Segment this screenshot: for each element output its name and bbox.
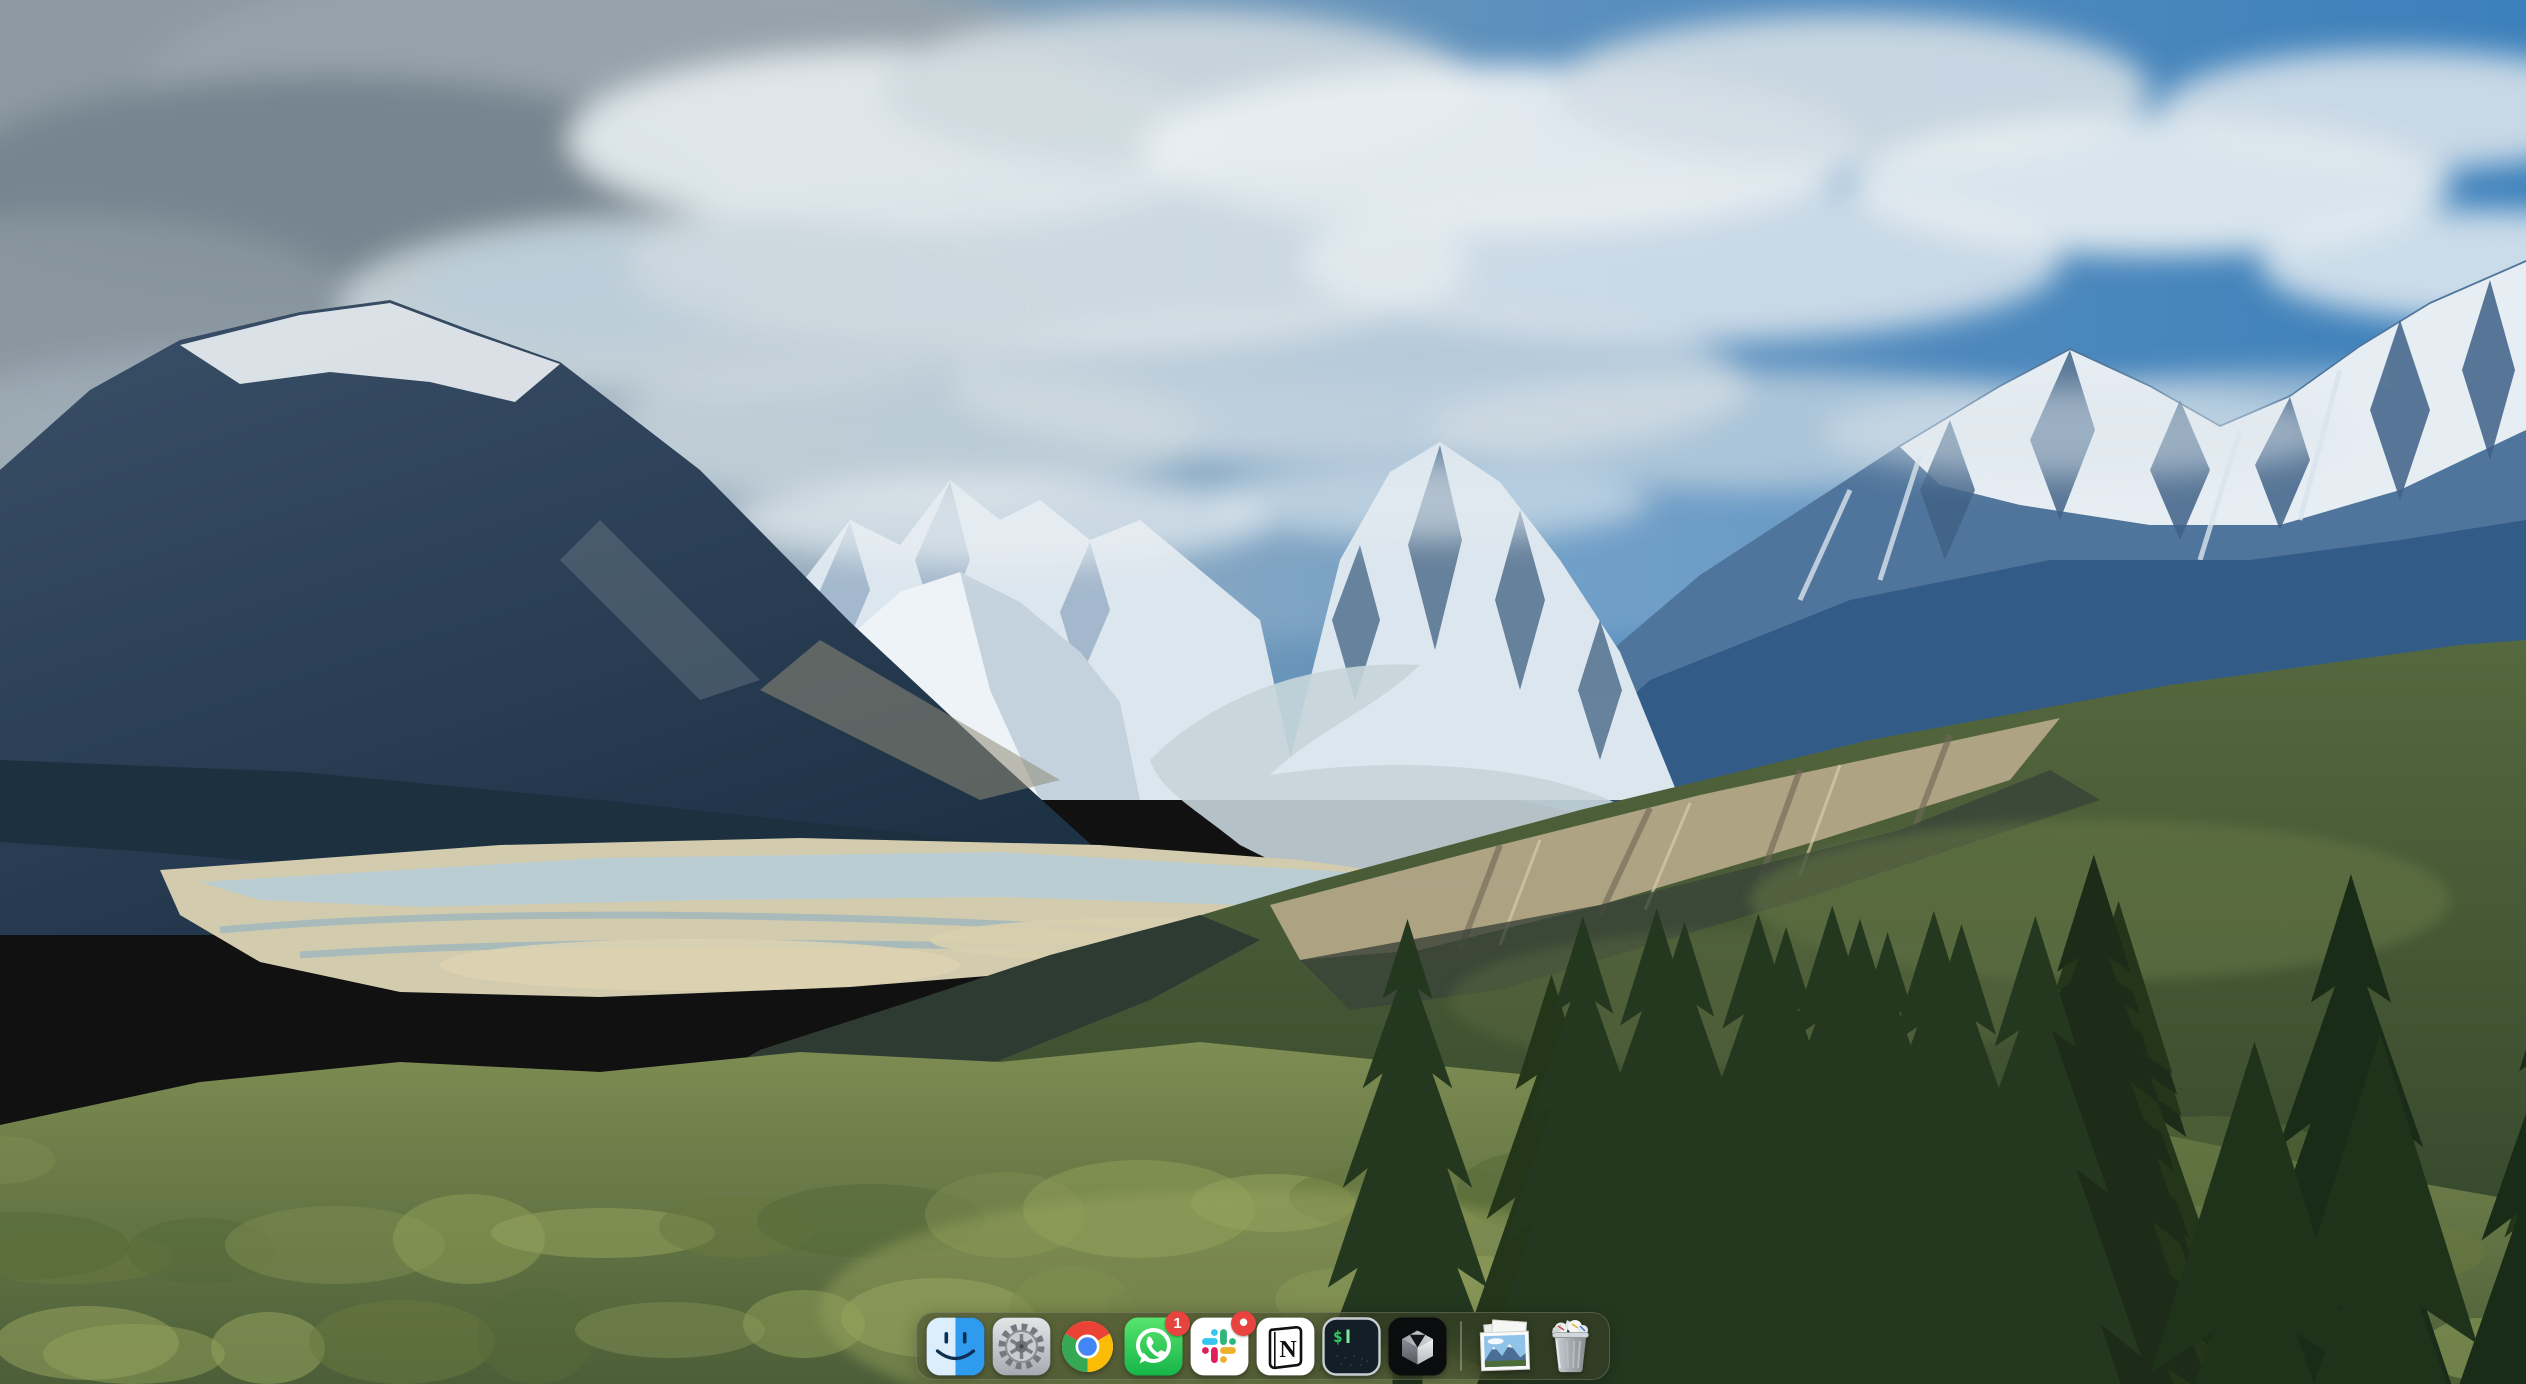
dock-item-chrome[interactable] [1057,1316,1118,1377]
dock-item-trash[interactable] [1540,1316,1601,1377]
whatsapp-badge: 1 [1165,1311,1190,1336]
trash-full-icon [1540,1316,1601,1377]
dock-item-system-settings[interactable] [991,1316,1052,1377]
desktop-wallpaper [0,0,2526,1384]
dock-item-finder[interactable] [925,1316,986,1377]
finder-icon [925,1316,986,1377]
terminal-icon: $ [1321,1316,1382,1377]
dock-item-slack[interactable]: • [1189,1316,1250,1377]
dock-item-downloads-stack[interactable] [1474,1316,1535,1377]
dock-item-whatsapp[interactable]: 1 [1123,1316,1184,1377]
slack-badge: • [1231,1311,1256,1336]
desktop: 1 • N $ [0,0,2526,1384]
dock-item-notion[interactable]: N [1255,1316,1316,1377]
dock-item-terminal[interactable]: $ [1321,1316,1382,1377]
notion-icon: N [1255,1316,1316,1377]
chrome-icon [1057,1316,1118,1377]
terminal-prompt: $ [1333,1327,1343,1346]
dock-separator [1460,1321,1462,1371]
gear-icon [991,1316,1052,1377]
notion-letter: N [1279,1337,1297,1363]
dock: 1 • N $ [916,1312,1610,1380]
cursor-cube-icon [1387,1316,1448,1377]
photo-stack-icon [1474,1316,1535,1377]
dock-item-cursor[interactable] [1387,1316,1448,1377]
